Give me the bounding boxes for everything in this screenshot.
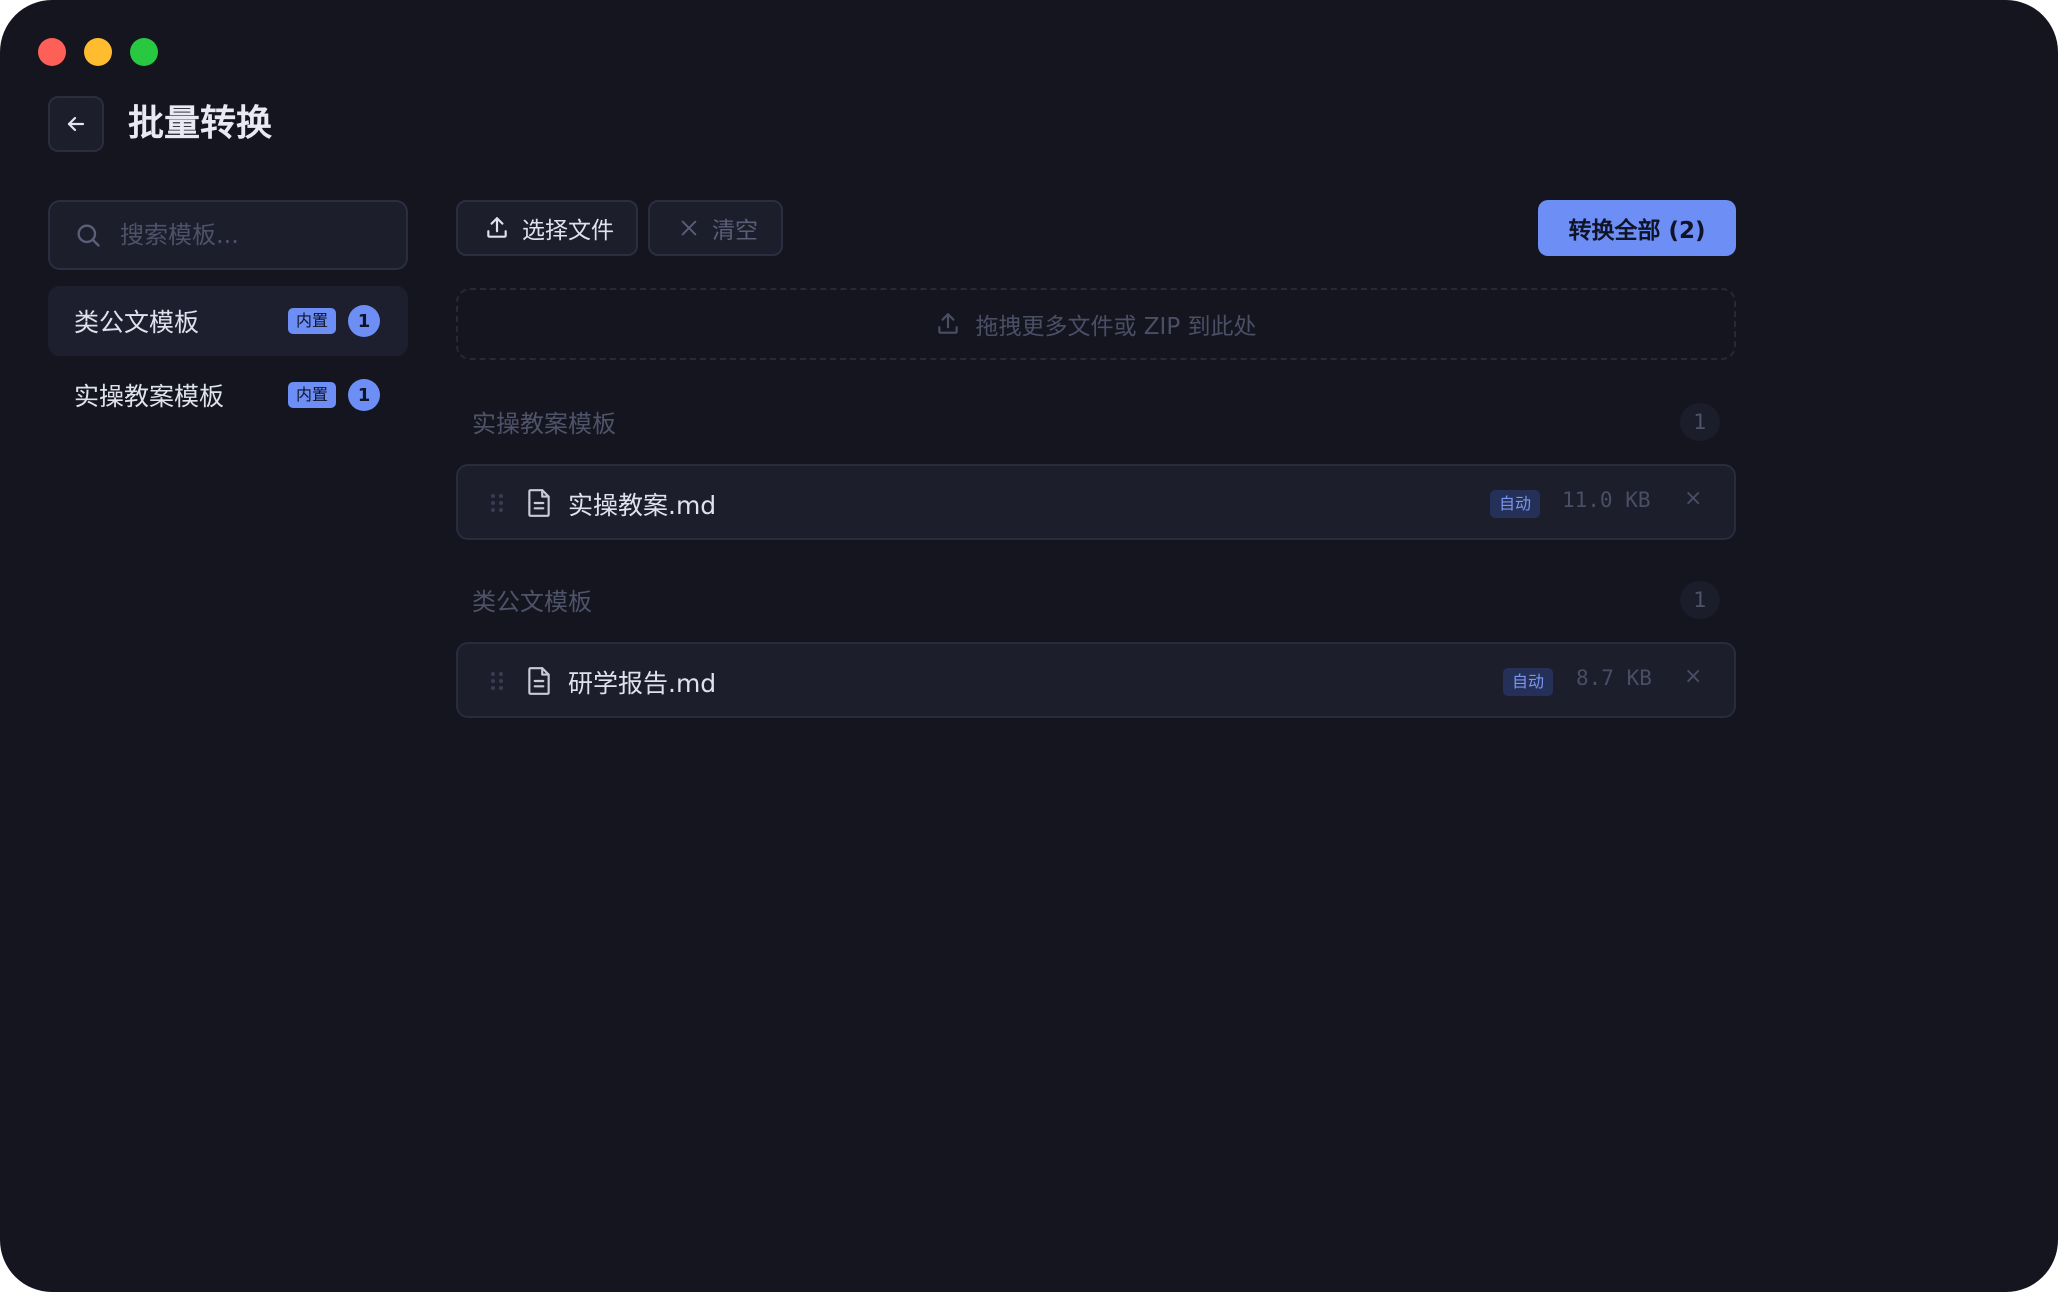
search-icon [74, 221, 102, 249]
app-window: 批量转换 类公文模板 内置 1 实操教案模板 内置 1 选择文件 [0, 0, 2058, 1292]
search-input[interactable] [120, 221, 380, 249]
upload-icon [935, 311, 961, 337]
remove-file-button[interactable]: × [1684, 664, 1702, 689]
file-size: 11.0 KB [1562, 488, 1651, 512]
auto-tag: 自动 [1503, 668, 1554, 696]
file-name: 实操教案.md [568, 491, 717, 520]
select-files-button[interactable]: 选择文件 [456, 200, 638, 256]
select-files-label: 选择文件 [522, 218, 614, 244]
template-search[interactable] [48, 200, 408, 270]
auto-tag: 自动 [1490, 490, 1541, 518]
drag-handle-icon[interactable] [490, 492, 504, 514]
drop-zone[interactable]: 拖拽更多文件或 ZIP 到此处 [456, 288, 1736, 360]
file-row[interactable]: 研学报告.md 自动 8.7 KB × [456, 642, 1736, 718]
minimize-window-button[interactable] [84, 38, 112, 66]
close-icon [678, 217, 700, 239]
group-count-badge: 1 [1680, 403, 1720, 441]
upload-icon [484, 215, 510, 241]
group-title: 类公文模板 [472, 588, 592, 616]
count-badge: 1 [348, 305, 380, 337]
clear-label: 清空 [712, 218, 758, 244]
close-window-button[interactable] [38, 38, 66, 66]
builtin-badge: 内置 [288, 382, 337, 408]
sidebar-item-lesson-template[interactable]: 实操教案模板 内置 1 [48, 360, 408, 430]
remove-file-button[interactable]: × [1684, 486, 1702, 511]
group-count-badge: 1 [1680, 581, 1720, 619]
document-icon [526, 666, 552, 696]
file-size: 8.7 KB [1576, 666, 1652, 690]
sidebar-item-official-template[interactable]: 类公文模板 内置 1 [48, 286, 408, 356]
drag-handle-icon[interactable] [490, 670, 504, 692]
drop-zone-label: 拖拽更多文件或 ZIP 到此处 [975, 314, 1257, 340]
page-title: 批量转换 [128, 103, 273, 144]
back-button[interactable] [48, 96, 104, 152]
sidebar-item-label: 实操教案模板 [74, 382, 225, 411]
file-row[interactable]: 实操教案.md 自动 11.0 KB × [456, 464, 1736, 540]
count-badge: 1 [348, 379, 380, 411]
convert-all-button[interactable]: 转换全部 (2) [1538, 200, 1736, 256]
maximize-window-button[interactable] [130, 38, 158, 66]
file-name: 研学报告.md [568, 669, 717, 698]
document-icon [526, 488, 552, 518]
clear-button[interactable]: 清空 [648, 200, 783, 256]
builtin-badge: 内置 [288, 308, 337, 334]
sidebar-item-label: 类公文模板 [74, 308, 200, 337]
arrow-left-icon [64, 112, 88, 136]
group-title: 实操教案模板 [472, 410, 616, 438]
